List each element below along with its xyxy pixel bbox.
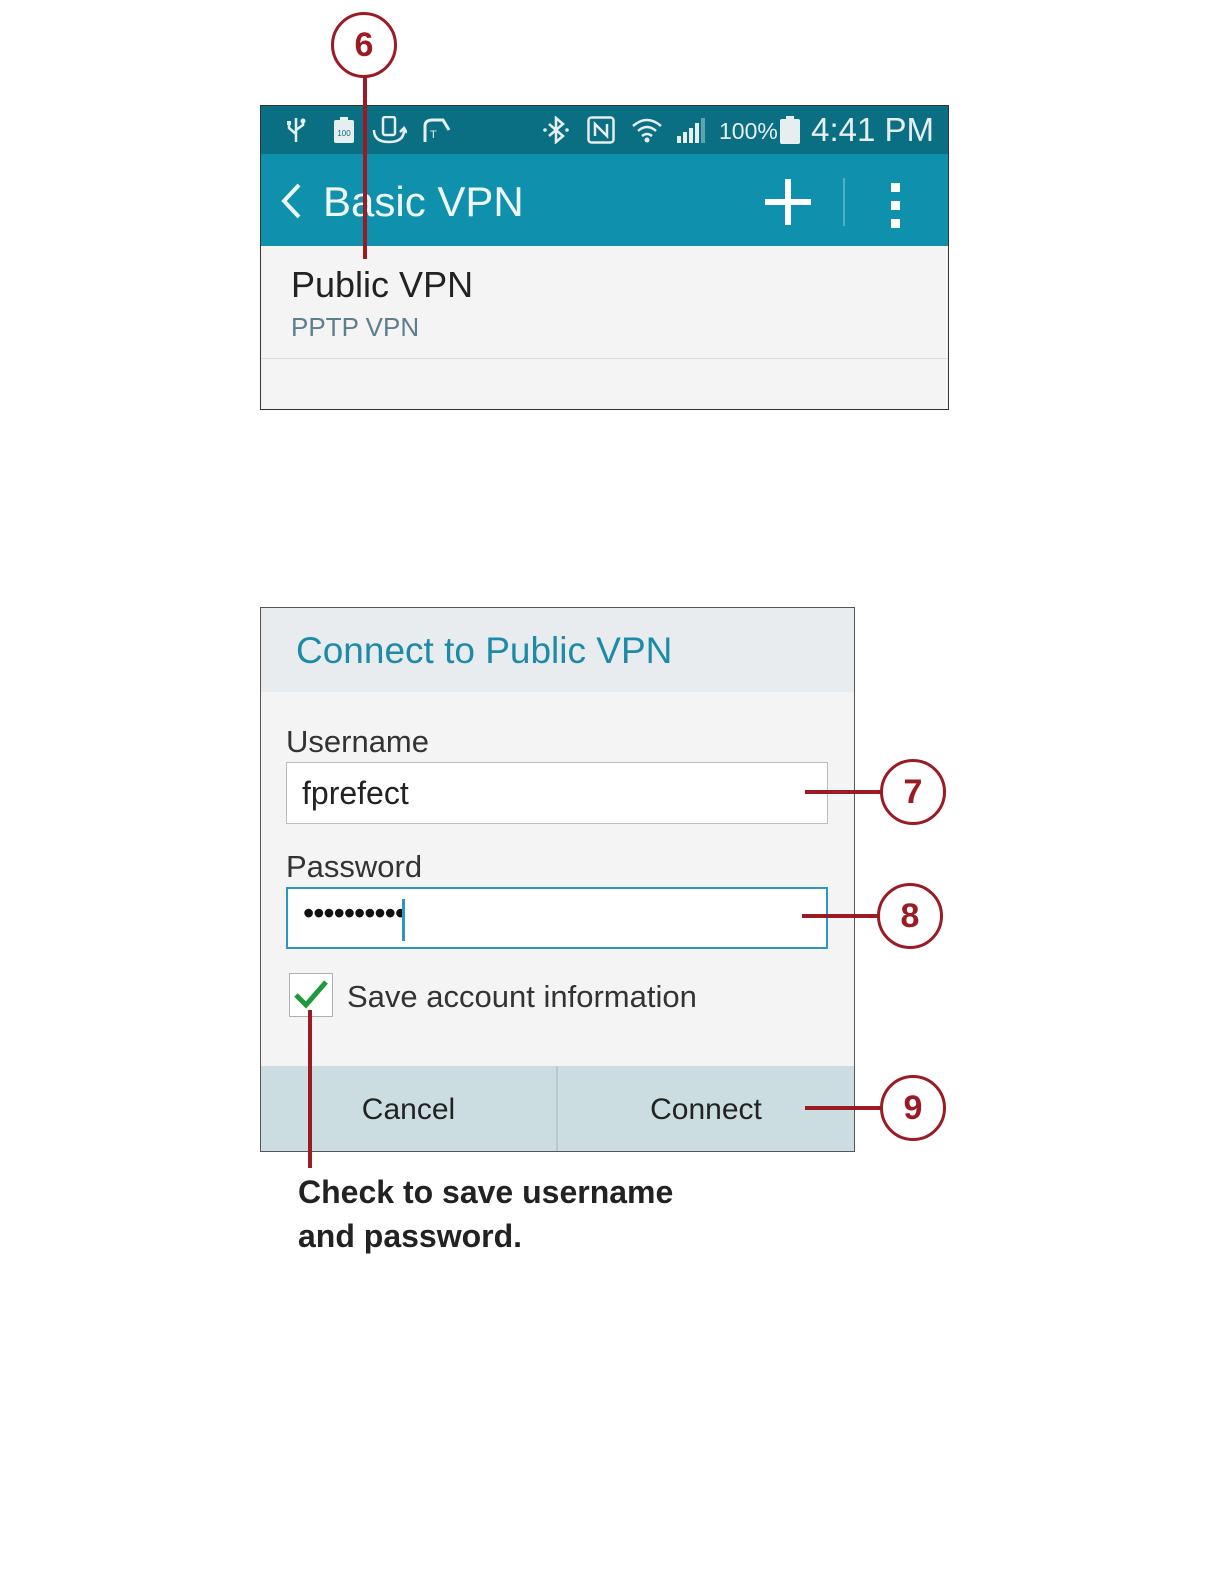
checkbox-callout-line xyxy=(308,1010,312,1168)
back-icon[interactable] xyxy=(279,182,303,220)
action-divider xyxy=(843,178,845,226)
battery-icon xyxy=(780,116,800,144)
username-value: fprefect xyxy=(302,775,409,811)
callout-7: 7 xyxy=(880,759,946,825)
dialog-header: Connect to Public VPN xyxy=(261,608,854,692)
callout-6-line xyxy=(363,76,367,259)
save-account-label[interactable]: Save account information xyxy=(347,979,697,1015)
callout-9: 9 xyxy=(880,1075,946,1141)
checkmark-icon xyxy=(294,980,328,1009)
username-label: Username xyxy=(286,724,429,759)
username-field[interactable]: fprefect xyxy=(286,762,828,824)
wifi-icon xyxy=(632,118,662,143)
tmobile-icon: T xyxy=(423,118,451,142)
dialog-button-bar: Cancel Connect xyxy=(261,1066,854,1151)
svg-text:T: T xyxy=(430,129,437,141)
cancel-button[interactable]: Cancel xyxy=(261,1066,556,1151)
status-time: 4:41 PM xyxy=(811,111,934,148)
battery-percent: 100% xyxy=(719,118,778,144)
password-label: Password xyxy=(286,849,423,884)
callout-8: 8 xyxy=(877,883,943,949)
svg-text:100: 100 xyxy=(337,129,351,138)
signal-icon xyxy=(677,118,705,143)
overflow-menu-icon[interactable] xyxy=(889,182,903,230)
callout-8-line xyxy=(802,914,880,918)
text-cursor xyxy=(402,899,405,941)
dialog-title: Connect to Public VPN xyxy=(296,630,673,671)
nfc-icon xyxy=(587,116,615,144)
sync-icon xyxy=(372,116,407,144)
bluetooth-icon xyxy=(543,116,569,144)
usb-icon xyxy=(287,118,306,142)
list-item[interactable]: Public VPN PPTP VPN xyxy=(261,246,948,359)
connect-dialog: Connect to Public VPN Username fprefect … xyxy=(260,607,855,1152)
list-item-title: Public VPN xyxy=(291,264,474,305)
add-icon[interactable] xyxy=(763,177,813,227)
callout-7-line xyxy=(805,790,883,794)
callout-9-line xyxy=(805,1106,883,1110)
battery-100-icon: 100 xyxy=(334,117,354,143)
callout-6: 6 xyxy=(331,12,397,78)
checkbox-caption: Check to save username and password. xyxy=(298,1170,673,1258)
password-value: •••••••••• xyxy=(303,895,406,931)
caption-line-1: Check to save username xyxy=(298,1174,674,1210)
list-item-subtitle: PPTP VPN xyxy=(291,312,420,342)
caption-line-2: and password. xyxy=(298,1218,523,1254)
page-title: Basic VPN xyxy=(323,178,524,225)
password-field[interactable]: •••••••••• xyxy=(286,887,828,949)
